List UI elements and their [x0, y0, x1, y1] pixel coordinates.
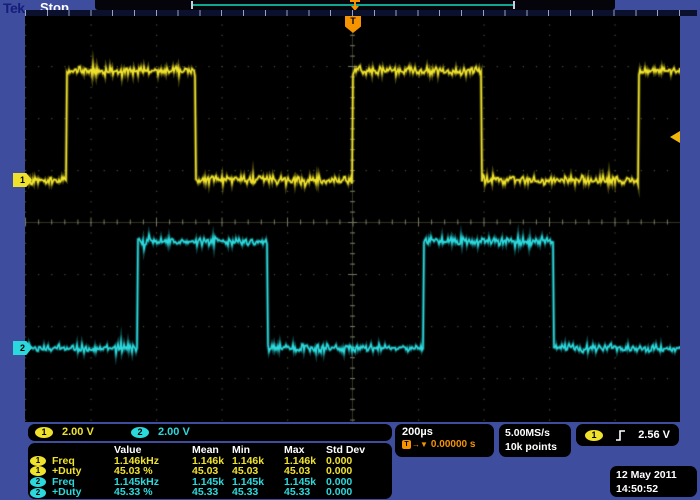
- trigger-readout: 1 2.56 V: [576, 424, 679, 446]
- arrow-icon: →▼: [412, 440, 428, 449]
- datetime-readout: 12 May 2011 14:50:52: [610, 466, 697, 497]
- oscilloscope-screen: Tek Stop T 1 2 1 2.00 V 2 2.00 V Value M…: [0, 0, 700, 500]
- row-ch-badge: 2: [30, 477, 52, 488]
- measurement-name: +Duty: [52, 487, 114, 498]
- record-view-bar: [95, 0, 615, 10]
- date: 12 May 2011: [616, 468, 697, 482]
- timebase-readout: 200µs T →▼ 0.00000 s: [395, 424, 494, 457]
- timebase-scale: 200µs: [402, 426, 494, 438]
- trigger-level-arrow-icon: [670, 131, 680, 143]
- row-ch-badge: 1: [30, 456, 52, 467]
- record-window-bracket-right: [513, 1, 515, 9]
- measurement-value: 45.33 %: [114, 487, 192, 498]
- measurements-panel: Value Mean Min Max Std Dev 1 Freq 1.146k…: [28, 443, 392, 499]
- rising-edge-icon: [614, 429, 627, 442]
- graticule: T: [25, 16, 680, 422]
- acquisition-readout: 5.00MS/s 10k points: [499, 424, 571, 457]
- ch2-scale: 2.00 V: [158, 426, 190, 438]
- trigger-level: 2.56 V: [638, 429, 670, 441]
- trigger-position-readout: T →▼ 0.00000 s: [402, 439, 494, 450]
- col-header-min: Min: [232, 445, 284, 456]
- trigger-source-badge: 1: [585, 430, 603, 441]
- ch1-badge: 1: [35, 427, 53, 438]
- ch1-scale: 2.00 V: [62, 426, 94, 438]
- trigger-position-icon: T: [402, 440, 411, 449]
- record-length: 10k points: [505, 440, 571, 454]
- ch2-badge: 2: [131, 427, 149, 438]
- col-header-stddev: Std Dev: [326, 445, 374, 456]
- row-ch-badge: 1: [30, 466, 52, 477]
- time: 14:50:52: [616, 482, 697, 496]
- sample-rate: 5.00MS/s: [505, 426, 571, 440]
- waveform-canvas: [25, 16, 680, 422]
- row-ch-badge: 2: [30, 487, 52, 498]
- col-header-value: Value: [114, 445, 192, 456]
- col-header-mean: Mean: [192, 445, 232, 456]
- record-window-bracket-left: [191, 1, 193, 9]
- tek-logo: Tek: [3, 0, 25, 16]
- channel-scale-bar: 1 2.00 V 2 2.00 V: [28, 424, 392, 441]
- col-header-max: Max: [284, 445, 326, 456]
